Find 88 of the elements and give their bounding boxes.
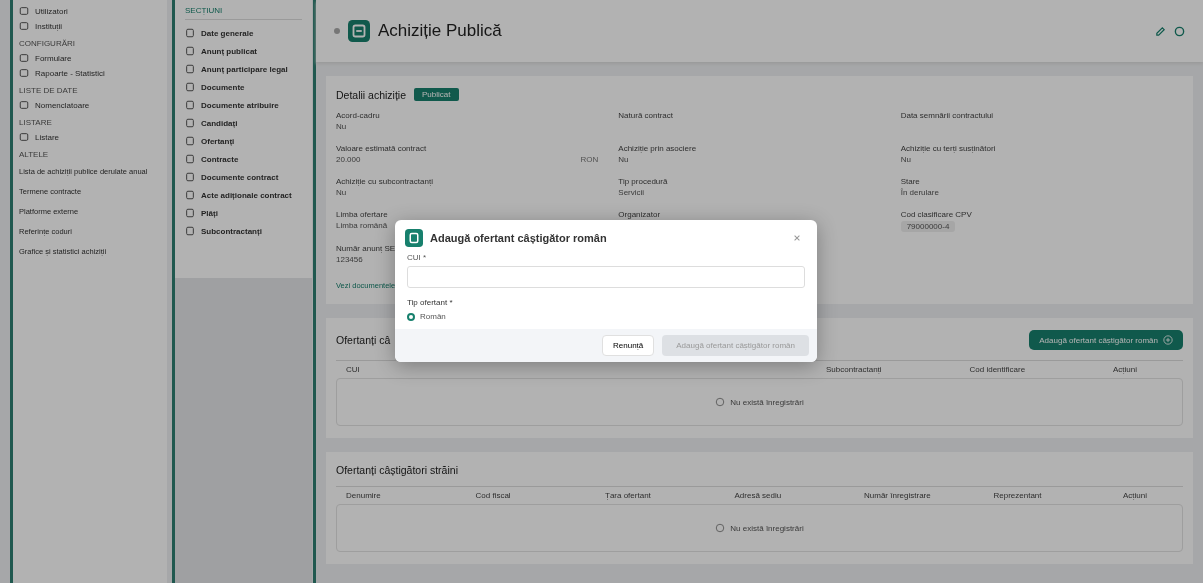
- field-label: Stare: [900, 177, 920, 186]
- status-icon[interactable]: [1174, 25, 1185, 37]
- field-value: Nu: [336, 188, 347, 198]
- section-item[interactable]: Subcontractanți: [185, 226, 302, 236]
- column-header: Reprezentant: [993, 491, 1042, 500]
- sidebar-section-title: ALTELE: [19, 150, 50, 159]
- section-item[interactable]: Documente atribuire: [185, 100, 302, 110]
- section-item[interactable]: Acte adiționale contract: [185, 190, 302, 200]
- field-label: Tip ofertant *: [407, 298, 454, 307]
- currency-label: RON: [580, 155, 599, 165]
- column-header: Subcontractanți: [826, 365, 882, 374]
- document-icon: [405, 229, 423, 247]
- section-title: Ofertanți câștigători străini: [336, 464, 458, 476]
- section-item[interactable]: Documente contract: [185, 172, 302, 182]
- sidebar-section-title: LISTARE: [19, 118, 53, 127]
- section-item[interactable]: Anunț participare legal: [185, 64, 302, 74]
- field-label: CUI *: [407, 253, 428, 262]
- field-label: Data semnării contractului: [900, 111, 994, 120]
- square-icon: [19, 100, 29, 110]
- section-title: Detalii achiziție: [336, 88, 407, 101]
- edit-icon[interactable]: [1155, 25, 1166, 37]
- sidebar-item[interactable]: Rapoarte - Statistici: [19, 68, 161, 78]
- status-badge: Publicat: [414, 88, 459, 101]
- section-title: Ofertanți câ: [336, 334, 391, 346]
- field-value: 123456: [336, 255, 363, 265]
- field-value: Nu: [618, 155, 629, 165]
- field-label: Limba ofertare: [336, 210, 388, 219]
- column-header: Acțiuni: [1123, 491, 1147, 500]
- square-icon: [19, 21, 29, 31]
- field-value: În derulare: [900, 188, 939, 198]
- column-header: Adresă sediu: [734, 491, 782, 500]
- empty-message: Nu există înregistrări: [730, 397, 804, 407]
- square-icon: [19, 53, 29, 63]
- field-label: Natură contract: [618, 111, 674, 120]
- menu-icon[interactable]: [334, 28, 340, 34]
- section-item[interactable]: Contracte: [185, 154, 302, 164]
- field-label: Tip procedură: [618, 177, 668, 186]
- close-icon[interactable]: [793, 234, 801, 242]
- column-header: Cod fiscal: [475, 491, 511, 500]
- square-icon: [19, 68, 29, 78]
- plus-icon: [1163, 335, 1173, 345]
- document-icon: [348, 20, 370, 42]
- field-value: Servicii: [618, 188, 645, 198]
- field-label: Acord-cadru: [336, 111, 380, 120]
- cui-input[interactable]: [407, 266, 805, 288]
- field-label: Achiziție cu terți susținători: [900, 144, 996, 153]
- add-bidder-button[interactable]: Adaugă ofertant câștigător român: [1029, 330, 1183, 350]
- radio-label: Român: [420, 312, 446, 321]
- dialog-title: Adaugă ofertant câștigător român: [430, 232, 607, 244]
- field-value: Nu: [900, 155, 911, 165]
- field-label: Valoare estimată contract: [336, 144, 427, 153]
- sidebar-item[interactable]: Instituții: [19, 21, 161, 31]
- sidebar-section-title: LISTE DE DATE: [19, 86, 79, 95]
- radio-button[interactable]: [407, 312, 415, 321]
- field-label: Achiziție cu subcontractanți: [336, 177, 433, 186]
- sections-title: SECȚIUNI: [185, 6, 302, 20]
- column-header: CUI: [346, 365, 360, 374]
- square-icon: [19, 132, 29, 142]
- field-value: Nu: [336, 122, 347, 132]
- column-header: Denumire: [346, 491, 381, 500]
- column-header: Țara ofertant: [605, 491, 651, 500]
- page-title: Achiziție Publică: [378, 21, 502, 41]
- section-item[interactable]: Anunț publicat: [185, 46, 302, 56]
- cancel-button[interactable]: Renunță: [602, 335, 655, 356]
- field-label: Cod clasificare CPV: [900, 210, 972, 219]
- empty-message: Nu există înregistrări: [730, 523, 804, 533]
- section-item[interactable]: Documente: [185, 82, 302, 92]
- section-item[interactable]: Ofertanți: [185, 136, 302, 146]
- field-label: Organizator: [618, 210, 661, 219]
- sidebar-item[interactable]: Nomenclatoare: [19, 100, 161, 110]
- empty-icon: [715, 397, 726, 407]
- field-label: Număr anunț SE: [336, 244, 396, 253]
- field-label: Achiziție prin asociere: [618, 144, 697, 153]
- sidebar-item[interactable]: Formulare: [19, 53, 161, 63]
- field-value: Limba română: [336, 221, 388, 231]
- sidebar-item[interactable]: Listare: [19, 132, 161, 142]
- section-item[interactable]: Plăți: [185, 208, 302, 218]
- sidebar-section-title: CONFIGURĂRI: [19, 39, 76, 48]
- column-header: Acțiuni: [1113, 365, 1137, 374]
- column-header: Cod identificare: [969, 365, 1026, 374]
- section-item[interactable]: Date generale: [185, 28, 302, 38]
- empty-icon: [715, 523, 726, 533]
- code-chip: 79000000-4: [900, 221, 956, 232]
- sidebar-item[interactable]: Utilizatori: [19, 6, 161, 16]
- field-value: 20.000: [336, 155, 361, 165]
- square-icon: [19, 6, 29, 16]
- section-item[interactable]: Candidați: [185, 118, 302, 128]
- column-header: Număr înregistrare: [864, 491, 931, 500]
